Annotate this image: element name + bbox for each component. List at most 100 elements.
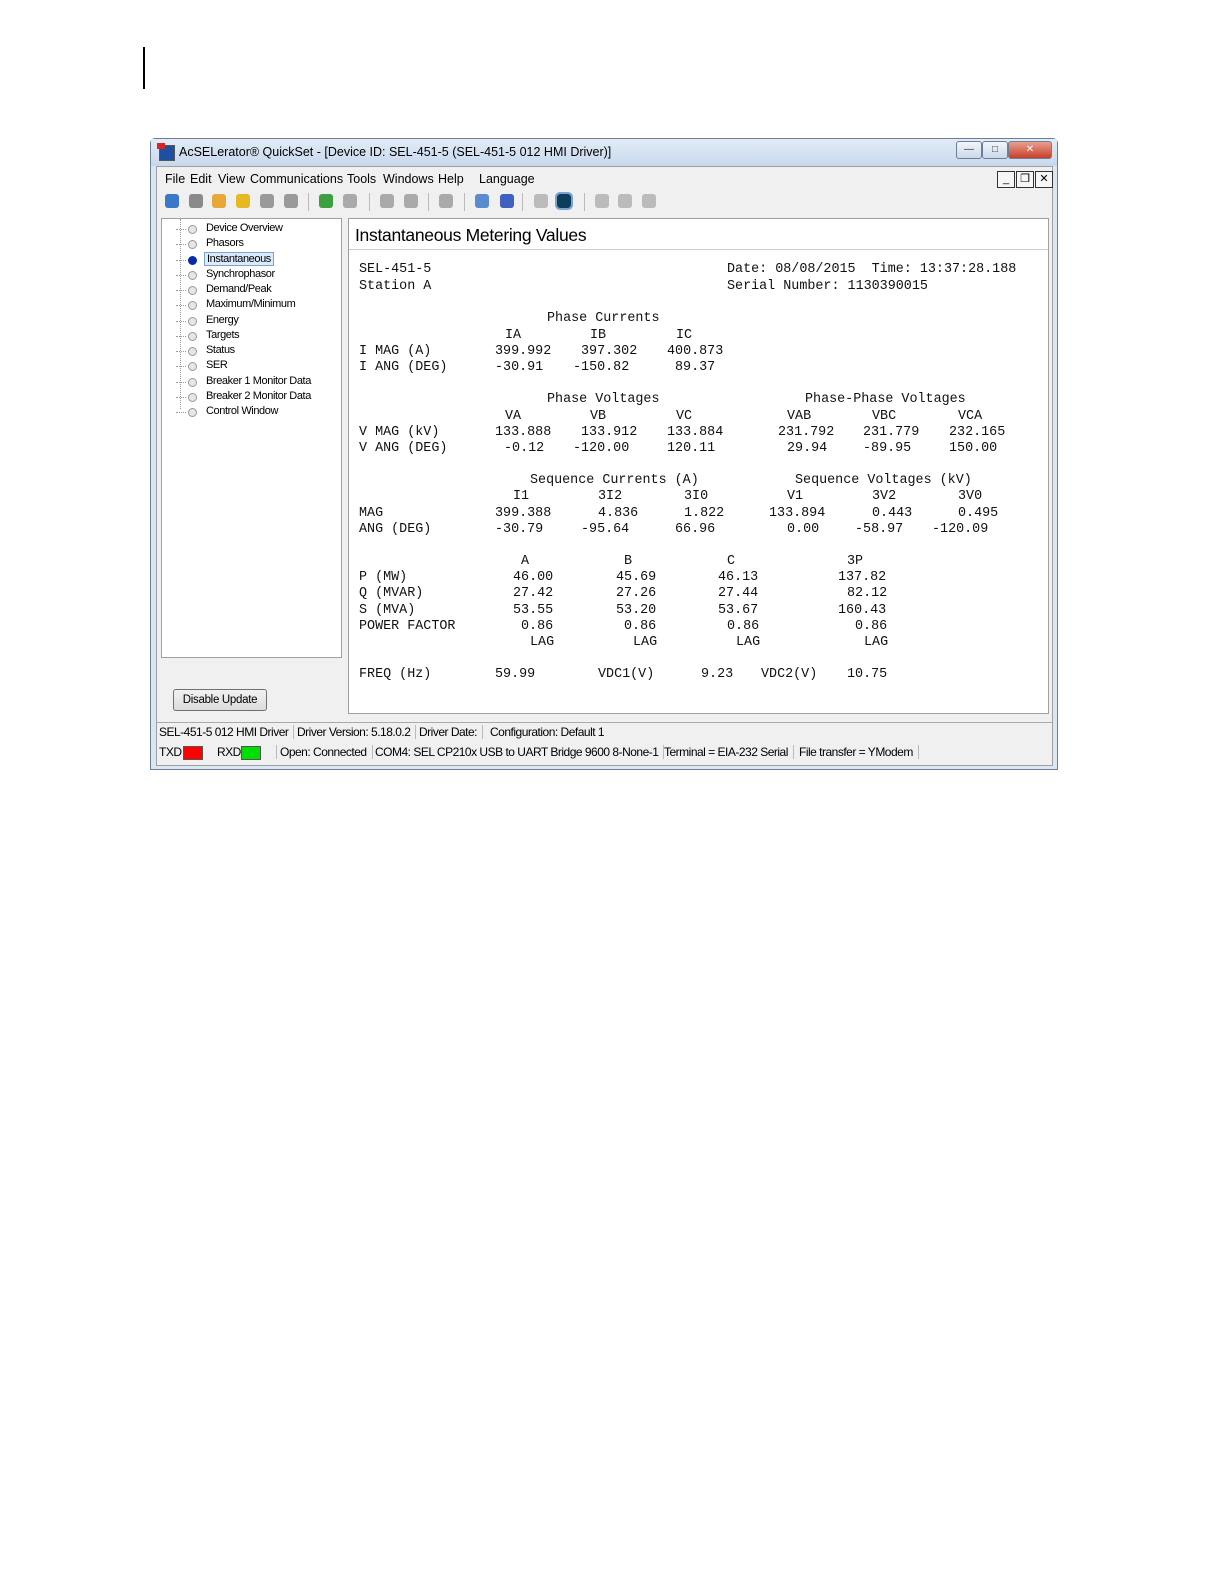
metering-cell: MAG bbox=[359, 506, 384, 521]
metering-cell: VC bbox=[676, 409, 693, 424]
options-icon[interactable] bbox=[642, 194, 656, 208]
tree-item-demand-peak[interactable]: Demand/Peak bbox=[162, 283, 332, 298]
tree-item-targets[interactable]: Targets bbox=[162, 329, 332, 344]
tree-item-maximum-minimum[interactable]: Maximum/Minimum bbox=[162, 298, 332, 313]
metering-cell: Serial Number: 1130390015 bbox=[727, 279, 928, 294]
status-dot-icon bbox=[188, 408, 197, 417]
metering-cell: 53.55 bbox=[513, 603, 554, 618]
menu-communications[interactable]: Communications bbox=[250, 172, 343, 186]
metering-cell: Phase Currents bbox=[547, 311, 660, 326]
metering-cell: 29.94 bbox=[787, 441, 828, 456]
tree-item-device-overview[interactable]: Device Overview bbox=[162, 222, 332, 237]
status-dot-icon bbox=[188, 255, 197, 265]
tree-item-label: Targets bbox=[206, 328, 240, 341]
tree-item-ser[interactable]: SER bbox=[162, 359, 332, 374]
device-database-icon[interactable] bbox=[500, 194, 514, 208]
device-connect-icon[interactable] bbox=[475, 194, 489, 208]
metering-cell: VB bbox=[590, 409, 607, 424]
status-connection: Open: Connected bbox=[276, 745, 373, 759]
settings-gear-icon[interactable] bbox=[189, 194, 203, 208]
title-bar[interactable]: AcSELerator® QuickSet - [Device ID: SEL-… bbox=[151, 139, 1057, 166]
metering-cell: A bbox=[521, 554, 530, 569]
metering-cell: 133.884 bbox=[667, 425, 724, 440]
txd-label: TXD bbox=[159, 745, 182, 759]
save-all-icon[interactable] bbox=[284, 194, 298, 208]
metering-cell: 53.67 bbox=[718, 603, 759, 618]
tree-item-phasors[interactable]: Phasors bbox=[162, 237, 332, 252]
metering-cell: 9.23 bbox=[701, 667, 734, 682]
tree-item-breaker-1-monitor-data[interactable]: Breaker 1 Monitor Data bbox=[162, 375, 332, 390]
metering-cell: Q (MVAR) bbox=[359, 586, 424, 601]
download-icon[interactable] bbox=[380, 194, 394, 208]
tree-item-energy[interactable]: Energy bbox=[162, 314, 332, 329]
metering-cell: IB bbox=[590, 328, 607, 343]
rxd-indicator-icon bbox=[241, 746, 261, 760]
mdi-close-button[interactable]: ✕ bbox=[1035, 171, 1053, 188]
edit-doc-icon[interactable] bbox=[595, 194, 609, 208]
maximize-button[interactable]: □ bbox=[982, 141, 1008, 159]
menu-edit[interactable]: Edit bbox=[190, 172, 212, 186]
metering-cell: C bbox=[727, 554, 736, 569]
menu-language[interactable]: Language bbox=[479, 172, 535, 186]
metering-cell: LAG bbox=[736, 635, 761, 650]
metering-cell: 0.443 bbox=[872, 506, 913, 521]
metering-cell: 399.992 bbox=[495, 344, 552, 359]
new-settings-icon[interactable] bbox=[212, 194, 226, 208]
metering-cell: 0.86 bbox=[855, 619, 888, 634]
metering-cell: Phase-Phase Voltages bbox=[805, 392, 966, 407]
tree-connector bbox=[176, 274, 186, 276]
tree-item-synchrophasor[interactable]: Synchrophasor bbox=[162, 268, 332, 283]
menu-tools[interactable]: Tools bbox=[347, 172, 376, 186]
metering-cell: V MAG (kV) bbox=[359, 425, 440, 440]
status-dot-icon bbox=[188, 362, 197, 372]
metering-cell: 27.26 bbox=[616, 586, 657, 601]
status-dot-icon bbox=[188, 347, 197, 356]
tree-item-control-window[interactable]: Control Window bbox=[162, 405, 332, 420]
metering-cell: VDC1(V) bbox=[598, 667, 655, 682]
tree-item-status[interactable]: Status bbox=[162, 344, 332, 359]
tree-item-instantaneous[interactable]: Instantaneous bbox=[162, 251, 332, 268]
upload-icon[interactable] bbox=[404, 194, 418, 208]
open-folder-icon[interactable] bbox=[236, 194, 250, 208]
close-button[interactable]: ✕ bbox=[1008, 141, 1052, 159]
metering-cell: 400.873 bbox=[667, 344, 724, 359]
menu-view[interactable]: View bbox=[218, 172, 245, 186]
tree-item-breaker-2-monitor-data[interactable]: Breaker 2 Monitor Data bbox=[162, 390, 332, 405]
toolbar-separator bbox=[308, 193, 309, 211]
report-icon[interactable] bbox=[618, 194, 632, 208]
rxd-label: RXD bbox=[217, 745, 241, 759]
disable-update-button[interactable]: Disable Update bbox=[173, 689, 267, 711]
tree-item-label: Status bbox=[206, 344, 235, 356]
save-icon[interactable] bbox=[260, 194, 274, 208]
toolbar-separator bbox=[464, 193, 465, 211]
metering-cell: I MAG (A) bbox=[359, 344, 432, 359]
status-dot-icon bbox=[188, 331, 197, 341]
import-icon[interactable] bbox=[319, 194, 333, 208]
spellcheck-icon[interactable] bbox=[439, 194, 453, 208]
menu-file[interactable]: File bbox=[165, 172, 185, 186]
minimize-button[interactable]: — bbox=[956, 141, 982, 159]
metering-cell: 0.86 bbox=[727, 619, 760, 634]
metering-cell: 0.86 bbox=[624, 619, 657, 634]
export-icon[interactable] bbox=[343, 194, 357, 208]
tree-connector bbox=[176, 351, 186, 352]
tree-connector bbox=[176, 381, 186, 383]
status-bar-connection: TXD RXD Open: Connected COM4: SEL CP210x… bbox=[157, 743, 1052, 763]
mdi-minimize-button[interactable]: _ bbox=[997, 171, 1015, 188]
status-dot-icon bbox=[188, 225, 197, 234]
meter-gauge-icon[interactable] bbox=[534, 194, 548, 208]
metering-cell: -120.09 bbox=[932, 522, 989, 537]
tree-connector bbox=[176, 320, 186, 322]
quickset-window: AcSELerator® QuickSet - [Device ID: SEL-… bbox=[150, 138, 1058, 770]
tree-item-label: Demand/Peak bbox=[206, 283, 272, 295]
app-icon bbox=[157, 143, 175, 161]
metering-cell: ANG (DEG) bbox=[359, 522, 432, 537]
terminal-icon[interactable] bbox=[555, 192, 573, 210]
menu-help[interactable]: Help bbox=[438, 172, 464, 186]
status-dot-icon bbox=[188, 301, 197, 311]
mdi-restore-button[interactable]: ❐ bbox=[1016, 171, 1034, 188]
window-title: AcSELerator® QuickSet - [Device ID: SEL-… bbox=[179, 145, 612, 159]
metering-cell: V1 bbox=[787, 489, 804, 504]
home-icon[interactable] bbox=[165, 194, 179, 208]
menu-windows[interactable]: Windows bbox=[383, 172, 434, 186]
